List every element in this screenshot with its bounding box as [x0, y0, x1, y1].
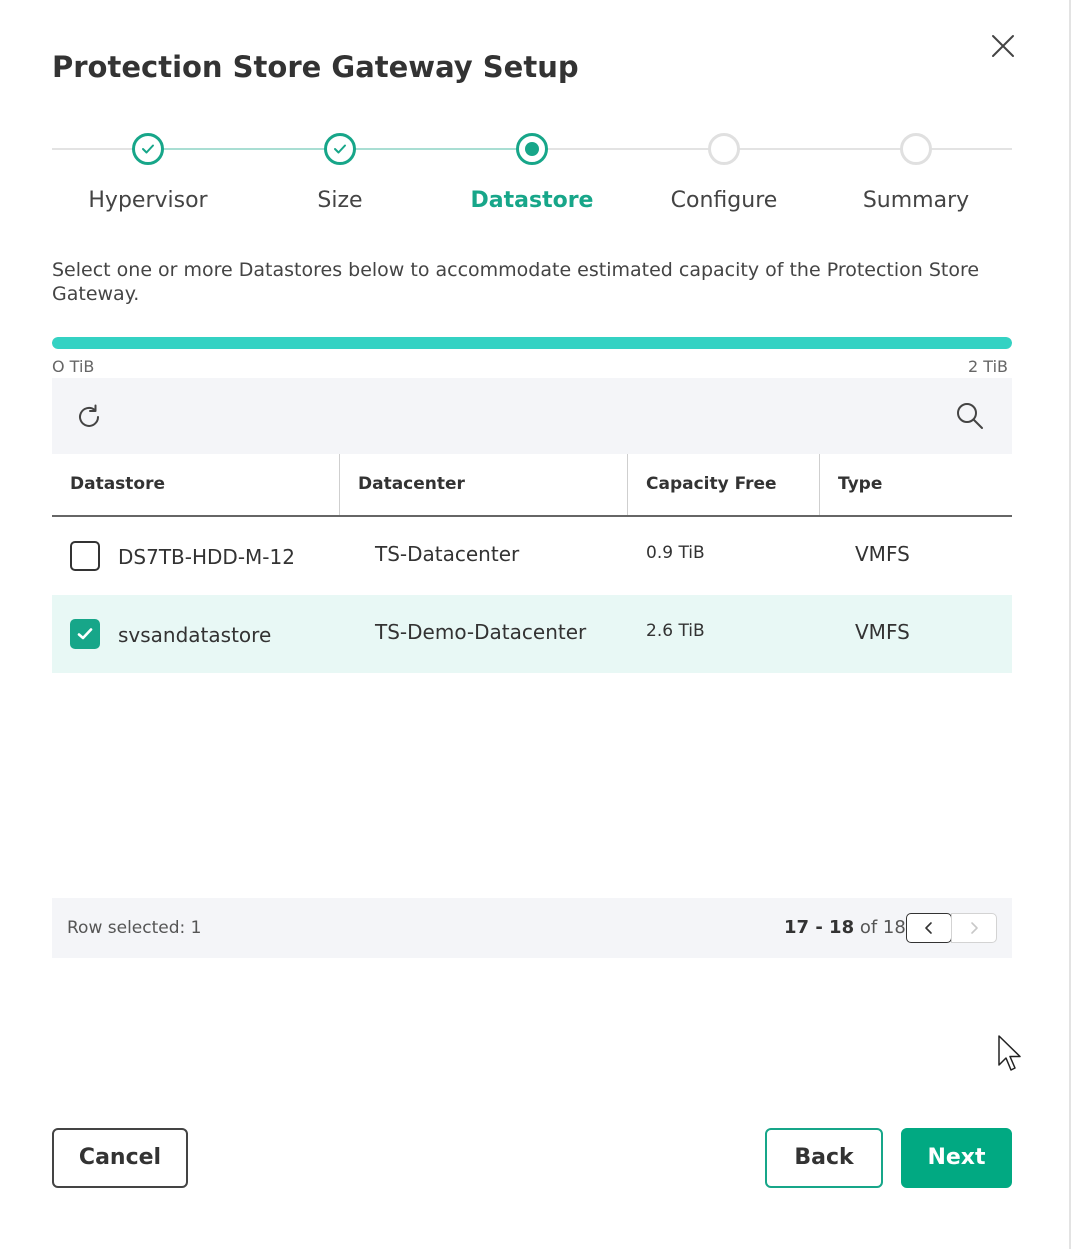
capacity-meter: [52, 337, 1012, 349]
previous-page-button[interactable]: [906, 913, 952, 943]
chevron-left-icon: [925, 922, 932, 934]
wizard-stepper: Hypervisor Size Datastore Configure Summ…: [52, 130, 1012, 230]
check-icon: [77, 628, 93, 640]
datastore-name: DS7TB-HDD-M-12: [118, 545, 295, 569]
table-toolbar: [52, 378, 1012, 454]
dialog-title: Protection Store Gateway Setup: [52, 50, 579, 84]
step-label: Configure: [670, 188, 778, 213]
column-header-datacenter[interactable]: Datacenter: [340, 454, 628, 515]
next-button[interactable]: Next: [901, 1128, 1012, 1188]
next-page-button[interactable]: [951, 913, 997, 943]
instructions-text: Select one or more Datastores below to a…: [52, 259, 980, 305]
check-icon: [132, 133, 164, 165]
capacity-meter-fill: [52, 337, 1012, 349]
row-selected-count: Row selected: 1: [67, 918, 202, 938]
step-label: Summary: [862, 188, 970, 213]
capacity-max-label: 2 TiB: [968, 357, 1008, 376]
step-label: Size: [317, 188, 363, 213]
current-step-icon: [516, 133, 548, 165]
pagination-total: of 18: [859, 917, 906, 938]
datacenter-name: TS-Demo-Datacenter: [375, 620, 587, 644]
capacity-min-label: O TiB: [52, 357, 95, 376]
table-header: Datastore Datacenter Capacity Free Type: [52, 454, 1012, 517]
table-footer: Row selected: 1 17 - 18 of 18: [52, 898, 1012, 958]
type-value: VMFS: [855, 620, 910, 644]
table-row[interactable]: DS7TB-HDD-M-12 TS-Datacenter 0.9 TiB VMF…: [52, 517, 1012, 595]
datastore-name: svsandatastore: [118, 623, 272, 647]
step-label-active: Datastore: [470, 188, 594, 213]
mouse-cursor-icon: [996, 1034, 1026, 1076]
datacenter-name: TS-Datacenter: [375, 542, 520, 566]
search-icon[interactable]: [954, 400, 986, 432]
chevron-right-icon: [971, 922, 978, 934]
setup-dialog: Protection Store Gateway Setup Hyperviso…: [0, 0, 1069, 1249]
pending-step-icon: [708, 133, 740, 165]
cancel-button[interactable]: Cancel: [52, 1128, 188, 1188]
column-header-type[interactable]: Type: [820, 454, 1012, 515]
pagination-range: 17 - 18 of 18: [784, 917, 906, 938]
datastore-table: Datastore Datacenter Capacity Free Type …: [52, 454, 1012, 673]
close-icon[interactable]: [988, 31, 1018, 61]
row-checkbox-checked[interactable]: [70, 619, 100, 649]
type-value: VMFS: [855, 542, 910, 566]
capacity-free-value: 0.9 TiB: [646, 543, 705, 563]
column-header-datastore[interactable]: Datastore: [52, 454, 340, 515]
table-row-selected[interactable]: svsandatastore TS-Demo-Datacenter 2.6 Ti…: [52, 595, 1012, 673]
pagination-range-current: 17 - 18: [784, 917, 855, 938]
pending-step-icon: [900, 133, 932, 165]
row-checkbox[interactable]: [70, 541, 100, 571]
back-button[interactable]: Back: [765, 1128, 883, 1188]
capacity-free-value: 2.6 TiB: [646, 621, 705, 641]
window-edge: [1069, 0, 1073, 1249]
check-icon: [324, 133, 356, 165]
refresh-icon[interactable]: [74, 402, 104, 432]
column-header-capacity-free[interactable]: Capacity Free: [628, 454, 820, 515]
stepper-line-pending: [532, 148, 1012, 150]
step-label: Hypervisor: [88, 188, 208, 213]
